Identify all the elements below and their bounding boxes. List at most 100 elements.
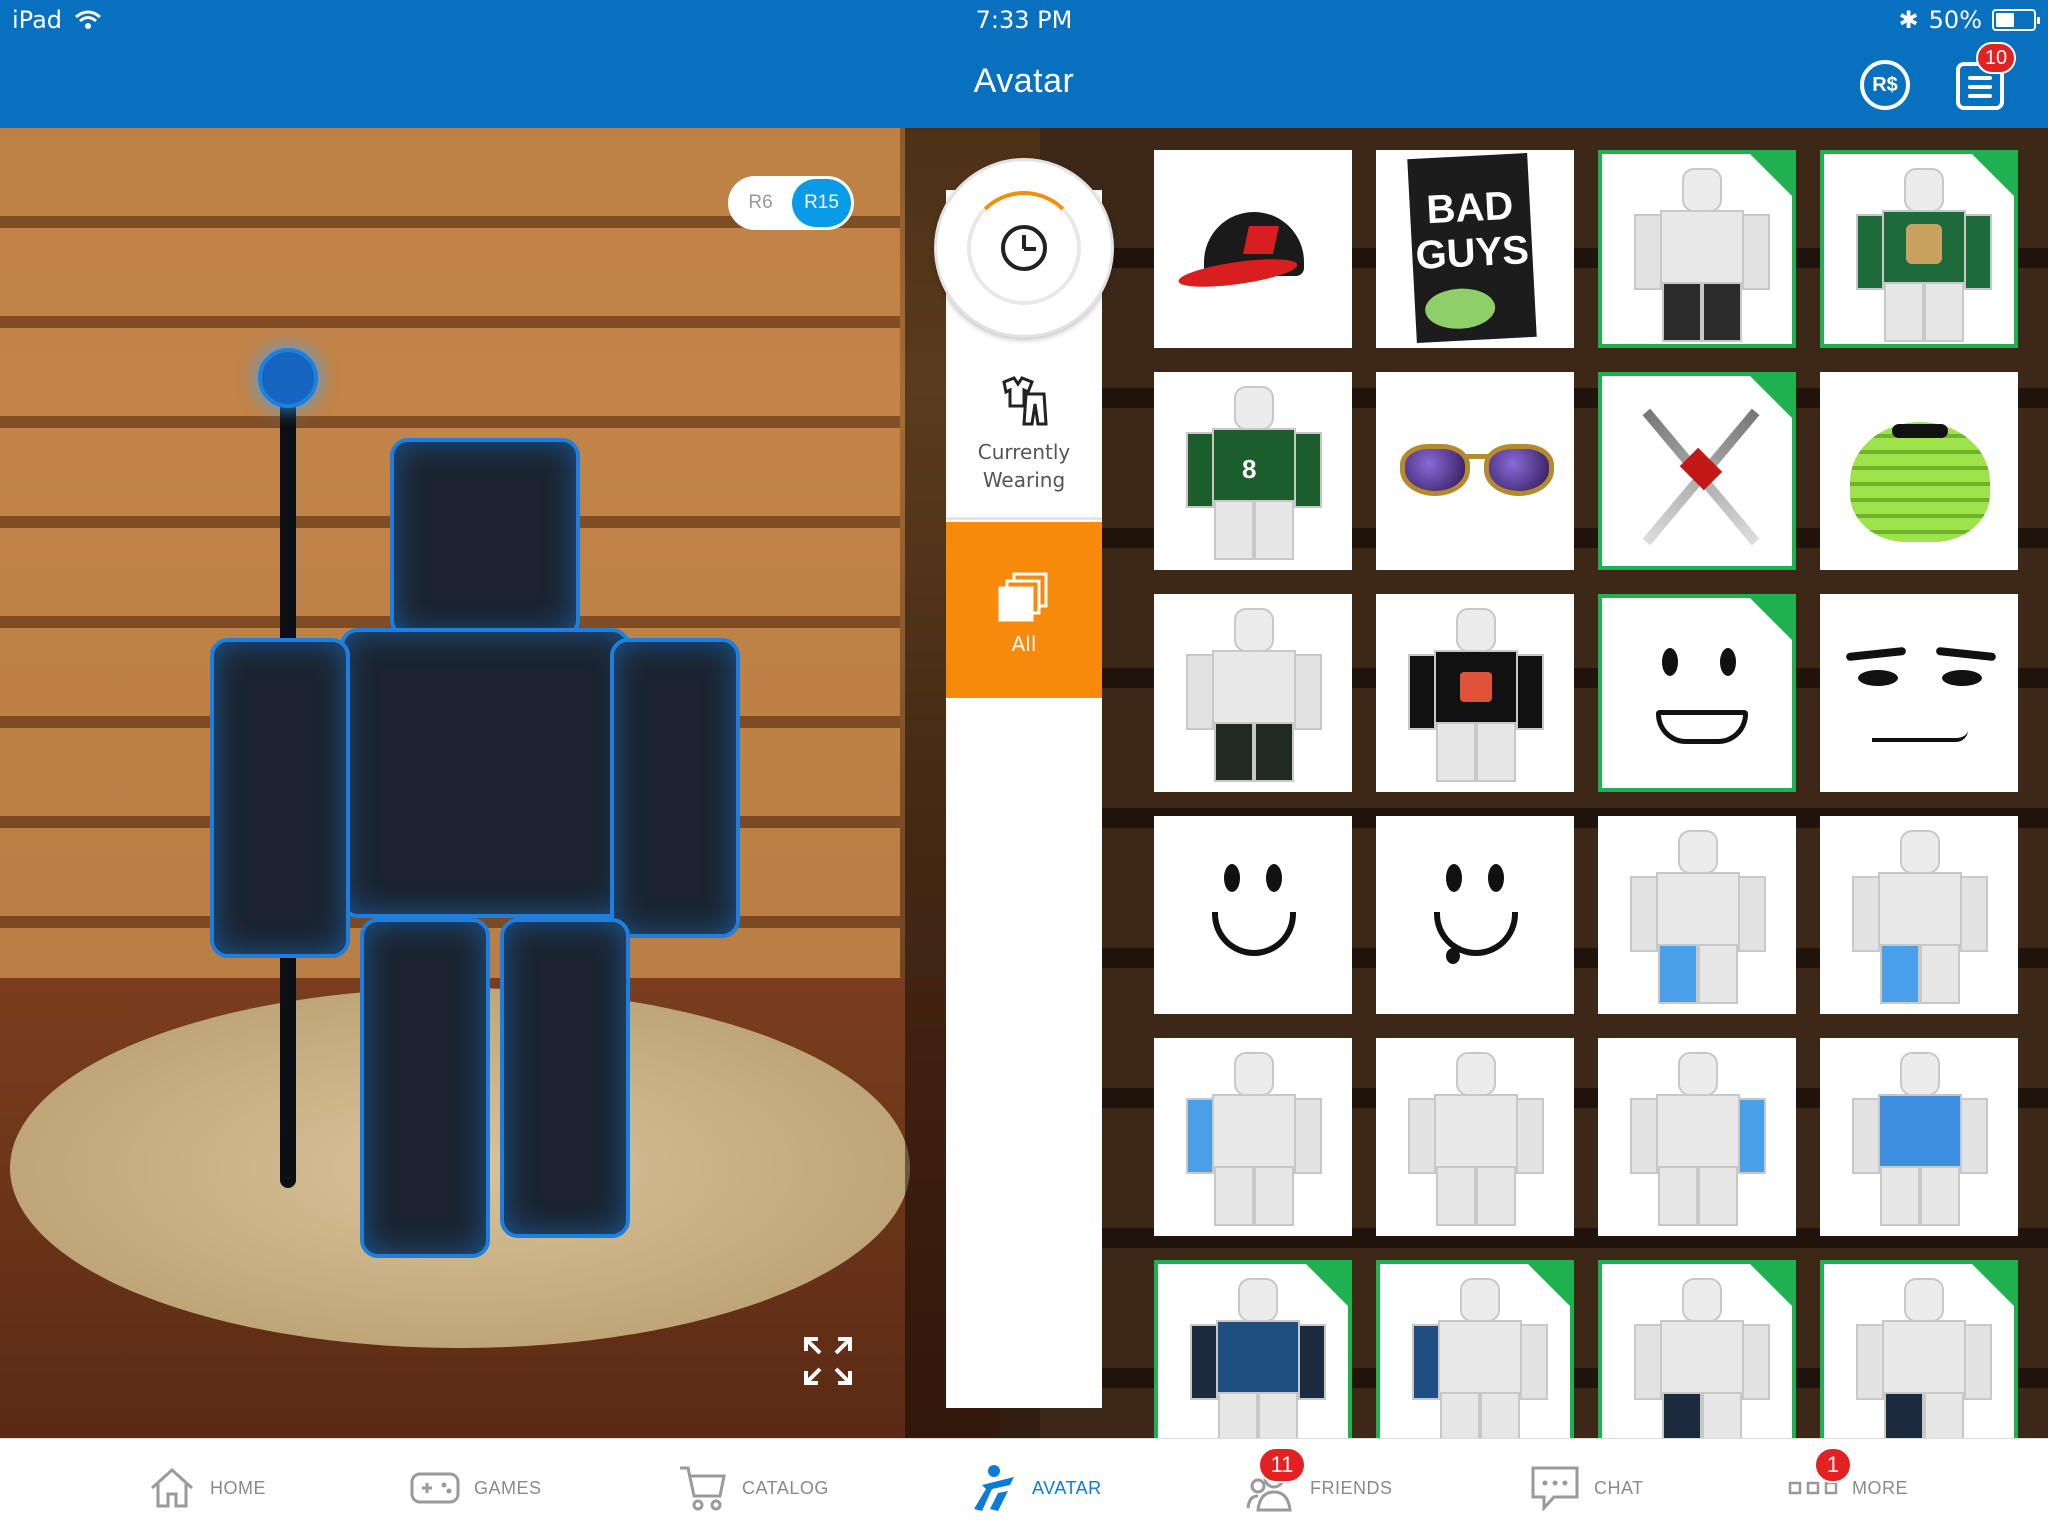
item-tile-face-drool[interactable] <box>1376 816 1574 1014</box>
nav-more-label: MORE <box>1852 1477 1908 1498</box>
friends-badge: 11 <box>1258 1447 1306 1483</box>
book-title-bottom: GUYS <box>1414 228 1531 278</box>
character-arm-right <box>1294 1098 1322 1174</box>
item-tile-char-leg[interactable] <box>1820 816 2018 1014</box>
character-arm-left <box>1856 1324 1884 1400</box>
avatar-head <box>390 438 580 638</box>
character-arm-left <box>1852 876 1880 952</box>
item-tile-char-arm-r[interactable] <box>1598 1038 1796 1236</box>
character-head <box>1456 608 1496 652</box>
character-leg-right <box>1254 1166 1294 1226</box>
slime-shades <box>1892 424 1948 438</box>
face-smile-mouth <box>1434 912 1518 956</box>
nav-home[interactable]: HOME <box>148 1439 266 1536</box>
character-torso <box>1660 210 1744 284</box>
item-tile-sunglasses[interactable] <box>1376 372 1574 570</box>
face-eye-left <box>1224 864 1240 892</box>
character-arm-right <box>1960 876 1988 952</box>
character-torso <box>1882 1320 1966 1394</box>
character-arm-left <box>1630 1098 1658 1174</box>
item-tile-face-sparkle[interactable] <box>1598 594 1796 792</box>
item-tile-face-smirk[interactable] <box>1820 594 2018 792</box>
bluetooth-icon: ✱ <box>1898 6 1919 34</box>
rig-option-r6[interactable]: R6 <box>731 179 790 227</box>
face-eye-right <box>1720 648 1736 676</box>
character-arm-right <box>1742 1324 1770 1400</box>
avatar-model[interactable] <box>170 308 790 1368</box>
item-tile-char-leg[interactable] <box>1598 816 1796 1014</box>
face-smile-mouth <box>1212 912 1296 956</box>
face-eye-left <box>1446 864 1462 892</box>
recent-button[interactable] <box>934 158 1114 338</box>
character-torso <box>1656 1094 1740 1168</box>
expand-icon <box>804 1337 852 1385</box>
face-sparkle <box>1602 598 1792 788</box>
expand-view-button[interactable] <box>800 1333 856 1389</box>
character-head <box>1900 1052 1940 1096</box>
character-head <box>1678 1052 1718 1096</box>
nav-catalog[interactable]: CATALOG <box>678 1439 829 1536</box>
face-drool-drop <box>1446 948 1460 964</box>
item-tile-book[interactable]: BAD GUYS <box>1376 150 1574 348</box>
character-torso <box>1212 650 1296 724</box>
more-icon <box>1788 1481 1838 1495</box>
item-tile-swords[interactable] <box>1598 372 1796 570</box>
character-head <box>1460 1278 1500 1322</box>
category-currently-wearing-label: Currently Wearing <box>977 440 1071 492</box>
item-tile-jersey[interactable]: 8 <box>1154 372 1352 570</box>
item-tile-char-armor-arm[interactable] <box>1376 1260 1574 1458</box>
item-tile-char-armor[interactable] <box>1154 1260 1352 1458</box>
page-title: Avatar <box>973 62 1075 100</box>
character-torso <box>1878 872 1962 946</box>
character-head <box>1234 608 1274 652</box>
character-arm-left <box>1634 1324 1662 1400</box>
character-arm-left <box>1634 214 1662 290</box>
robux-button[interactable]: R$ <box>1860 60 1910 110</box>
character-head <box>1234 1052 1274 1096</box>
book-cover: BAD GUYS <box>1407 152 1537 344</box>
category-all[interactable]: All <box>946 522 1102 698</box>
battery-icon <box>1992 9 2040 31</box>
nav-chat[interactable]: CHAT <box>1530 1439 1644 1536</box>
face-brow-right <box>1935 646 1997 662</box>
nav-avatar[interactable]: AVATAR <box>968 1439 1102 1536</box>
character-torso <box>1660 1320 1744 1394</box>
character-torso <box>1878 1094 1962 1168</box>
nav-games[interactable]: GAMES <box>410 1439 542 1536</box>
item-tile-char-plain[interactable] <box>1376 1038 1574 1236</box>
character-leg-left <box>1436 1166 1476 1226</box>
item-tile-char-torso[interactable] <box>1820 1038 2018 1236</box>
item-tile-char-leg-dark[interactable] <box>1598 1260 1796 1458</box>
item-tile-shirt-green[interactable] <box>1820 150 2018 348</box>
character-arm-right <box>1516 654 1544 730</box>
character-arm-left <box>1408 1098 1436 1174</box>
character-leg-right <box>1476 722 1516 782</box>
item-tile-pants-dark[interactable] <box>1154 594 1352 792</box>
jersey-number: 8 <box>1242 454 1257 484</box>
item-tile-shirt-black[interactable] <box>1376 594 1574 792</box>
character-arm-right <box>1294 432 1322 508</box>
notifications-badge: 10 <box>1976 42 2016 74</box>
item-tile-pants[interactable] <box>1598 150 1796 348</box>
character-arm-right <box>1738 1098 1766 1174</box>
item-tile-char-arm[interactable] <box>1154 1038 1352 1236</box>
character-arm-right <box>1298 1324 1326 1400</box>
item-tile-face-smile[interactable] <box>1154 816 1352 1014</box>
character-arm-left <box>1190 1324 1218 1400</box>
notifications-icon-line <box>1968 94 1992 98</box>
category-currently-wearing[interactable]: Currently Wearing <box>946 370 1102 520</box>
face-eye-left <box>1858 670 1898 686</box>
item-tile-slime[interactable] <box>1820 372 2018 570</box>
rig-option-r15[interactable]: R15 <box>792 179 851 227</box>
item-tile-hat[interactable] <box>1154 150 1352 348</box>
character-arm-left <box>1412 1324 1440 1400</box>
item-tile-char-leg-dark[interactable] <box>1820 1260 2018 1458</box>
home-icon <box>150 1467 194 1508</box>
character-leg-left <box>1884 282 1924 342</box>
rig-type-toggle[interactable]: R6 R15 <box>728 176 854 230</box>
face-mouth <box>1872 730 1968 742</box>
face-grin <box>1656 710 1748 744</box>
character-head <box>1682 1278 1722 1322</box>
nav-catalog-label: CATALOG <box>742 1477 829 1498</box>
character-leg-right <box>1476 1166 1516 1226</box>
